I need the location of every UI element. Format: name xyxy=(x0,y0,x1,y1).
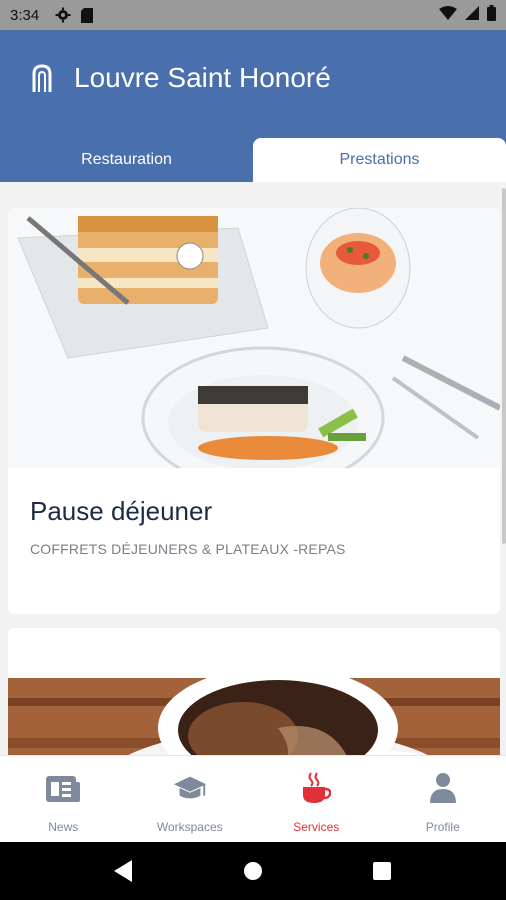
tab-label: Restauration xyxy=(81,151,172,168)
nav-item-news[interactable]: News xyxy=(0,756,127,842)
tab-label: Prestations xyxy=(339,151,420,168)
graduation-cap-icon xyxy=(172,770,208,806)
tab-prestations[interactable]: Prestations xyxy=(253,138,506,182)
food-photo xyxy=(8,208,500,468)
signal-icon xyxy=(465,6,479,24)
nav-label: Profile xyxy=(425,820,460,834)
page-title: Louvre Saint Honoré xyxy=(74,62,331,93)
nav-item-services[interactable]: Services xyxy=(253,756,380,842)
service-card[interactable] xyxy=(8,628,500,755)
card-subtitle: COFFRETS DÉJEUNERS & PLATEAUX -REPAS xyxy=(30,541,346,557)
system-nav-bar xyxy=(0,842,506,900)
arch-logo-icon xyxy=(30,64,54,92)
wifi-icon xyxy=(439,6,457,24)
nav-label: Services xyxy=(293,820,340,834)
sim-card-icon xyxy=(81,7,94,23)
nav-item-profile[interactable]: Profile xyxy=(380,756,506,842)
newspaper-icon xyxy=(45,770,81,806)
nav-item-workspaces[interactable]: Workspaces xyxy=(127,756,254,842)
nav-label: Workspaces xyxy=(156,820,223,834)
card-title: Pause déjeuner xyxy=(30,496,213,526)
recents-icon[interactable] xyxy=(362,851,402,891)
coffee-cup-icon xyxy=(298,770,334,806)
home-icon[interactable] xyxy=(233,851,273,891)
gear-icon xyxy=(55,7,71,23)
back-icon[interactable] xyxy=(104,851,144,891)
nav-label: News xyxy=(48,820,79,834)
person-icon xyxy=(425,770,461,806)
bottom-nav: News Workspaces Services Profile xyxy=(0,755,506,842)
status-time: 3:34 xyxy=(10,6,40,24)
scrollbar[interactable] xyxy=(502,188,506,544)
status-bar: 3:34 xyxy=(0,0,506,30)
coffee-photo xyxy=(8,666,500,755)
service-card[interactable]: Pause déjeuner COFFRETS DÉJEUNERS & PLAT… xyxy=(8,208,500,614)
tab-restauration[interactable]: Restauration xyxy=(0,138,253,182)
content-list[interactable]: Pause déjeuner COFFRETS DÉJEUNERS & PLAT… xyxy=(0,182,506,755)
battery-icon xyxy=(487,5,496,25)
tab-bar: Restauration Prestations xyxy=(0,138,506,182)
